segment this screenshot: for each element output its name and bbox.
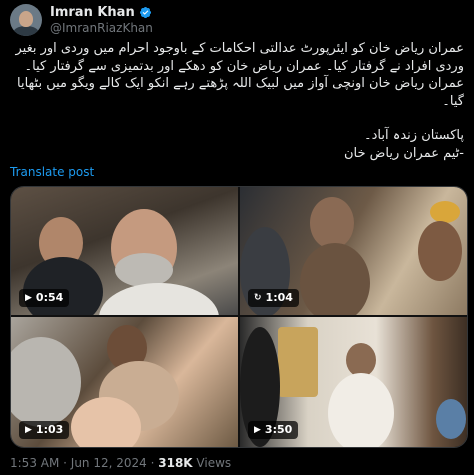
- avatar[interactable]: [10, 4, 42, 36]
- post-date[interactable]: Jun 12, 2024: [71, 456, 147, 470]
- video-thumbnail[interactable]: ▶ 0:54: [11, 187, 238, 315]
- author-name-row: Imran Khan: [50, 4, 152, 20]
- play-icon: ▶: [254, 425, 261, 435]
- post-text: عمران ریاض خان کو ایئرپورٹ عدالتی احکاما…: [10, 40, 464, 162]
- media-grid: ▶ 0:54 ↻ 1:04 ▶ 1:03 ▶ 3:50: [10, 186, 468, 448]
- translate-post-link[interactable]: Translate post: [10, 165, 94, 179]
- post-header: Imran Khan @ImranRiazKhan: [10, 4, 464, 38]
- post-paragraph: -ٹیم عمران ریاض خان: [343, 145, 464, 161]
- video-duration-badge: ↻ 1:04: [248, 289, 299, 307]
- verified-badge-icon: [139, 6, 151, 18]
- views-label: Views: [192, 456, 232, 470]
- author-handle[interactable]: @ImranRiazKhan: [50, 21, 153, 35]
- video-thumbnail[interactable]: ▶ 1:03: [11, 317, 238, 447]
- video-duration-badge: ▶ 3:50: [248, 421, 299, 439]
- views-count: 318K: [158, 456, 193, 470]
- separator: ·: [59, 456, 71, 470]
- separator: ·: [146, 456, 159, 470]
- video-thumbnail[interactable]: ▶ 3:50: [240, 317, 467, 447]
- video-thumbnail[interactable]: ↻ 1:04: [240, 187, 467, 315]
- video-duration-badge: ▶ 1:03: [19, 421, 70, 439]
- author-name[interactable]: Imran Khan: [50, 5, 135, 20]
- post-paragraph: پاکستان زندہ آباد۔: [364, 128, 464, 143]
- replay-icon: ↻: [254, 293, 262, 303]
- play-icon: ▶: [25, 425, 32, 435]
- post-metadata: 1:53 AM · Jun 12, 2024 · 318K Views: [10, 456, 231, 470]
- post-time[interactable]: 1:53 AM: [10, 456, 59, 470]
- video-duration-badge: ▶ 0:54: [19, 289, 70, 307]
- post-paragraph: عمران ریاض خان کو ایئرپورٹ عدالتی احکاما…: [15, 41, 464, 109]
- play-icon: ▶: [25, 293, 32, 303]
